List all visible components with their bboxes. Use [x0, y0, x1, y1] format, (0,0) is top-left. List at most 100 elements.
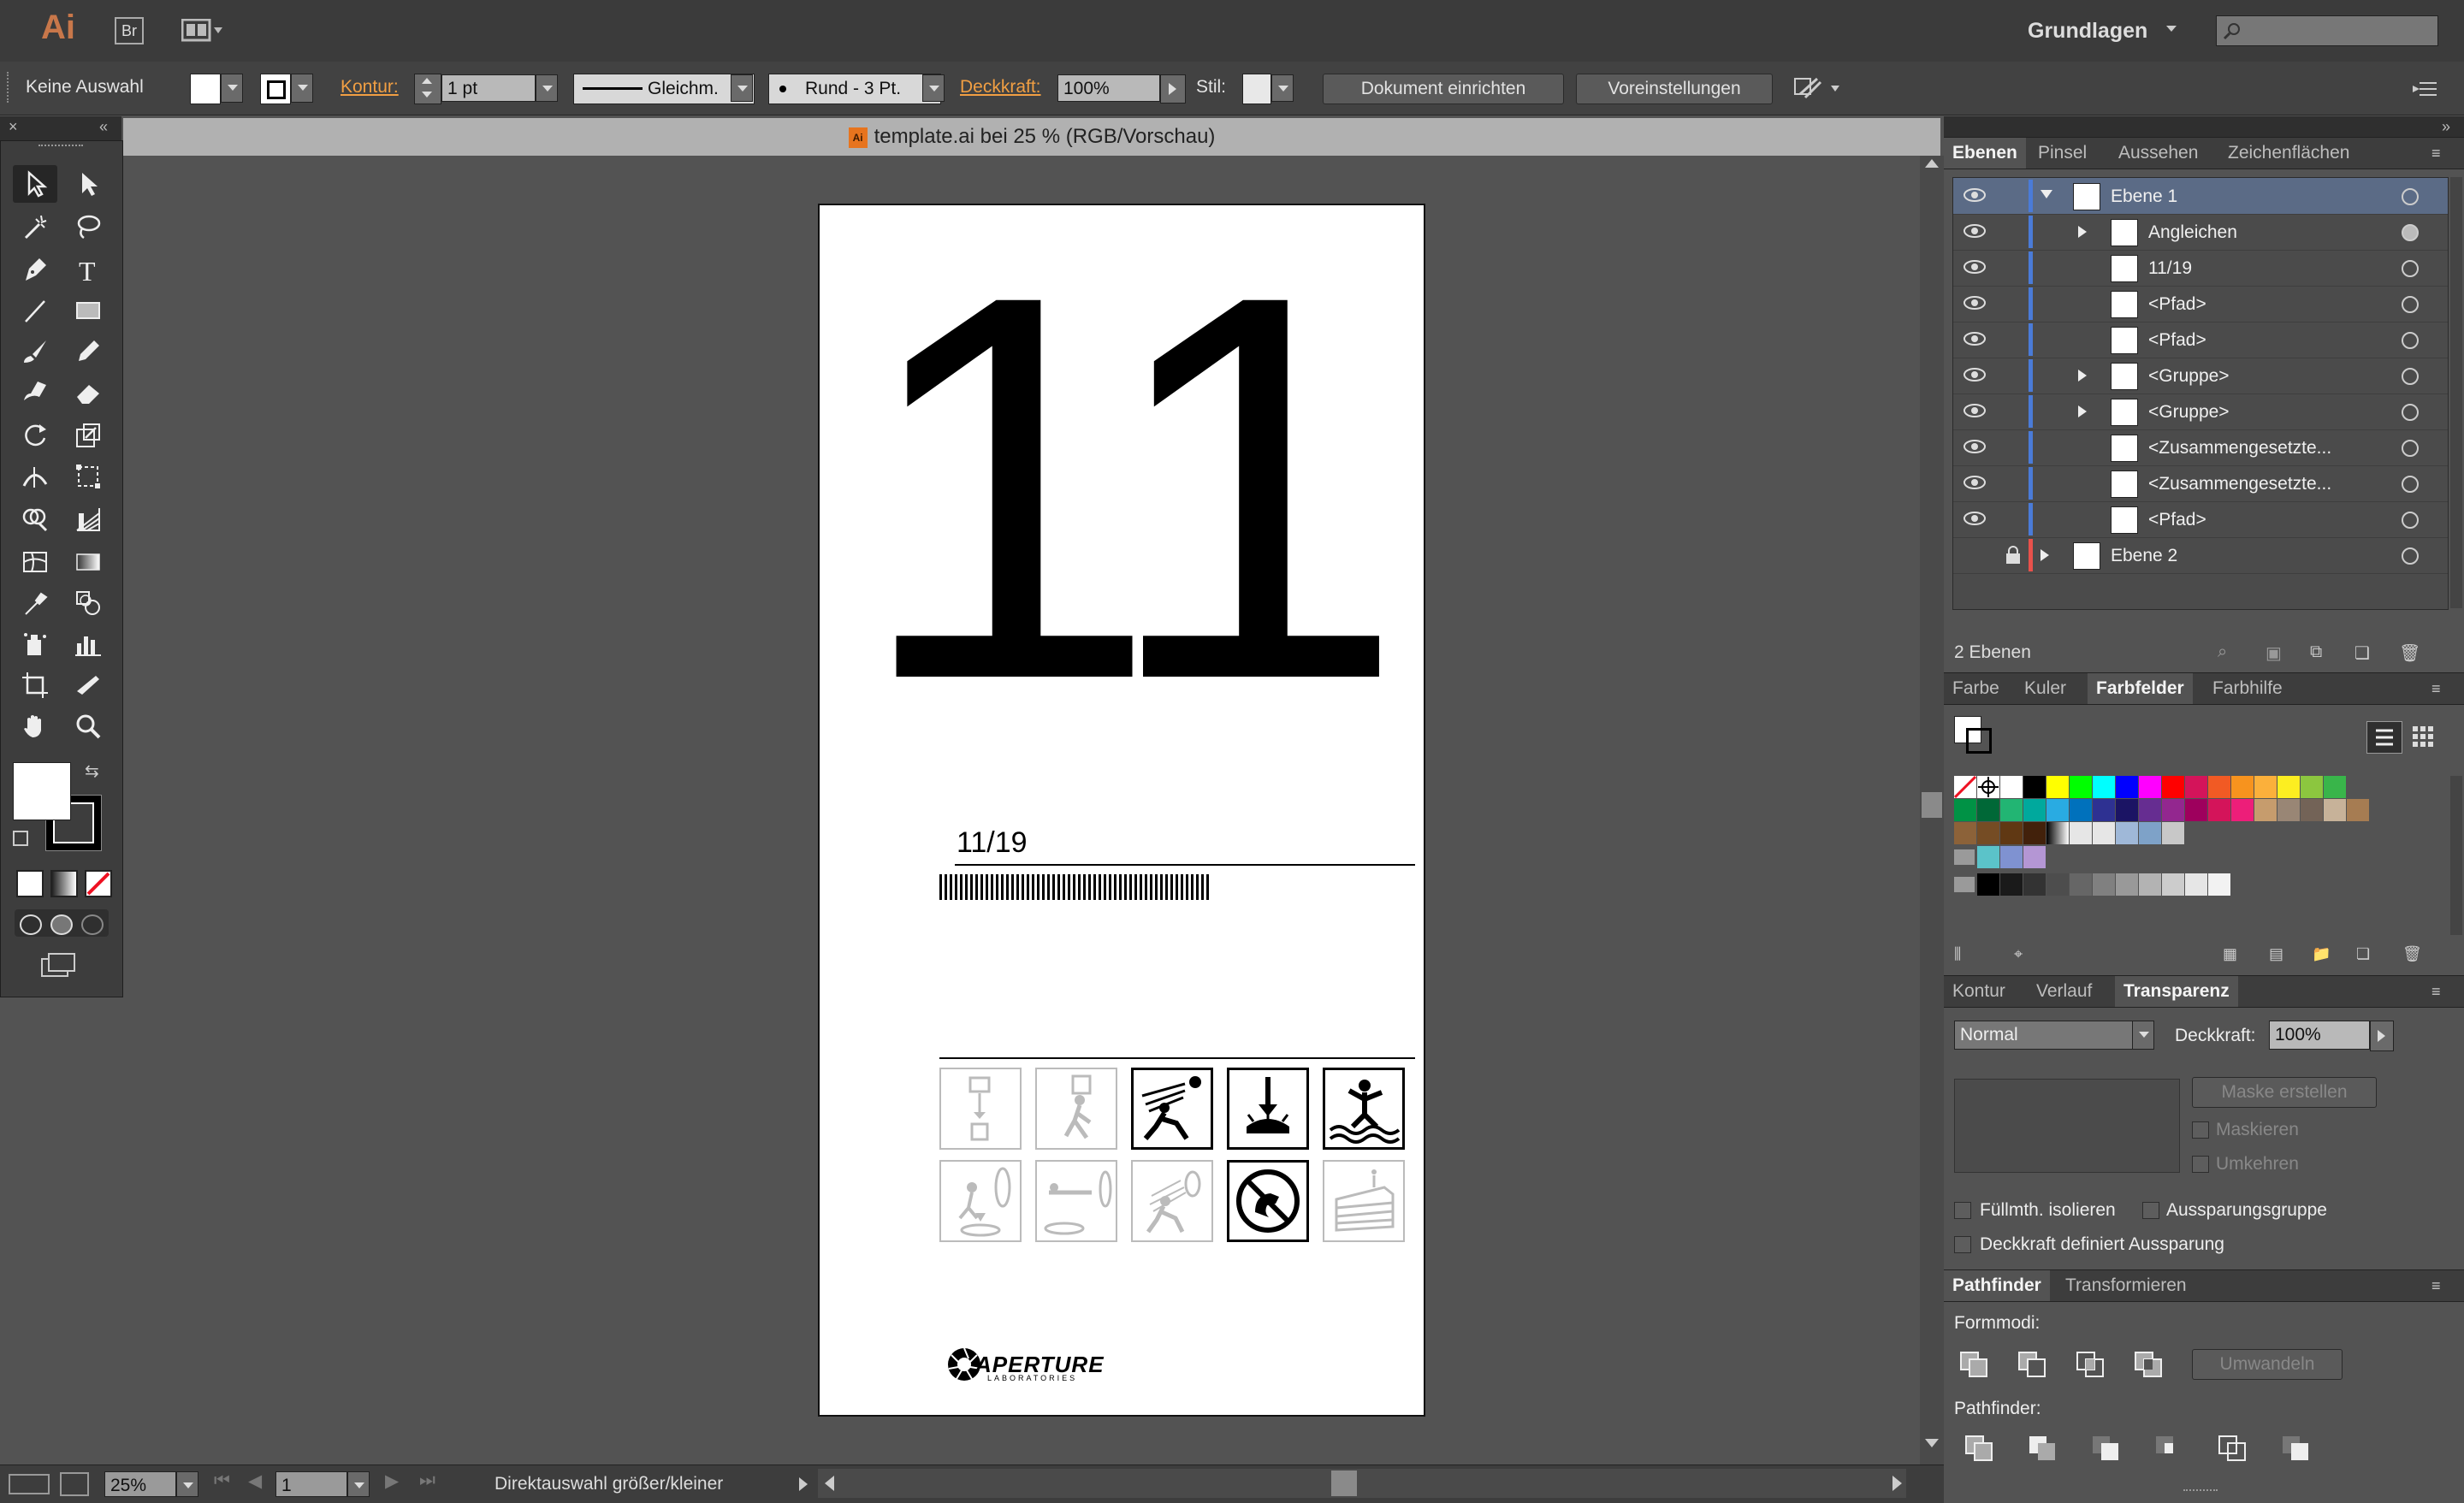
pencil-tool-icon[interactable] — [66, 333, 110, 370]
color-swatch[interactable] — [2185, 799, 2207, 821]
target-circle-icon[interactable] — [2402, 476, 2419, 493]
target-circle-icon[interactable] — [2402, 332, 2419, 349]
layer-row[interactable]: <Zusammengesetzte... — [1953, 465, 2448, 502]
folder-icon[interactable] — [1954, 849, 1975, 865]
color-swatch[interactable] — [2347, 799, 2369, 821]
color-swatch[interactable] — [2139, 873, 2161, 896]
color-swatch[interactable] — [2070, 873, 2092, 896]
visibility-eye-icon[interactable] — [1962, 330, 1987, 352]
color-swatch[interactable] — [2070, 776, 2092, 798]
tab-appearance[interactable]: Aussehen — [2110, 138, 2206, 169]
draw-behind-icon[interactable] — [50, 914, 73, 935]
color-swatch[interactable] — [2208, 873, 2230, 896]
visibility-eye-icon[interactable] — [1962, 438, 1987, 459]
swatch-options-icon[interactable]: ▦ — [2223, 945, 2237, 963]
eraser-tool-icon[interactable] — [66, 374, 110, 411]
stroke-weight-input[interactable]: 1 pt — [441, 74, 536, 102]
arrange-documents-icon[interactable] — [181, 18, 222, 43]
tool-panel-header[interactable]: × « — [0, 116, 121, 140]
width-tool-icon[interactable] — [13, 458, 57, 495]
color-swatch[interactable] — [2023, 873, 2046, 896]
expand-button[interactable]: Umwandeln — [2192, 1349, 2343, 1380]
panel-menu-icon[interactable]: ≡ — [2431, 145, 2441, 163]
color-swatch[interactable] — [2301, 799, 2323, 821]
gradient-swatch[interactable] — [2046, 822, 2069, 844]
make-mask-button[interactable]: Maske erstellen — [2192, 1077, 2377, 1108]
layer-row[interactable]: <Gruppe> — [1953, 358, 2448, 394]
intersect-icon[interactable] — [2076, 1351, 2106, 1382]
profile-dropdown[interactable] — [731, 74, 753, 102]
layer-name[interactable]: <Pfad> — [2148, 510, 2206, 530]
color-swatch[interactable] — [2277, 799, 2300, 821]
color-swatch[interactable] — [2023, 776, 2046, 798]
swatch-kind-icon[interactable]: ⌖ — [2014, 945, 2023, 963]
color-swatch[interactable] — [2162, 873, 2184, 896]
fill-color-front[interactable] — [13, 762, 71, 820]
document-setup-button[interactable]: Dokument einrichten — [1323, 74, 1564, 104]
crop-icon[interactable] — [2154, 1435, 2185, 1466]
color-swatch[interactable] — [2208, 799, 2230, 821]
color-swatch[interactable] — [2162, 799, 2184, 821]
layer-name[interactable]: Ebene 2 — [2111, 546, 2177, 566]
panel-menu-icon[interactable] — [2413, 80, 2438, 102]
delete-layer-icon[interactable]: 🗑 — [2399, 642, 2420, 664]
target-circle-icon[interactable] — [2402, 512, 2419, 529]
color-swatch[interactable] — [2162, 776, 2184, 798]
scale-tool-icon[interactable] — [66, 417, 110, 454]
stroke-stepper[interactable] — [414, 74, 441, 104]
color-swatch[interactable] — [2000, 799, 2023, 821]
layer-row[interactable]: Ebene 1 — [1953, 178, 2448, 215]
color-swatch[interactable] — [2046, 799, 2069, 821]
color-swatch[interactable] — [2185, 873, 2207, 896]
swap-colors-icon[interactable]: ⇆ — [85, 760, 99, 782]
lock-icon[interactable] — [2005, 546, 2022, 569]
search-input[interactable] — [2216, 15, 2438, 46]
target-circle-icon[interactable] — [2402, 368, 2419, 385]
registration-swatch-icon[interactable] — [1977, 776, 1999, 798]
outline-icon[interactable] — [2218, 1435, 2248, 1466]
tab-swatches[interactable]: Farbfelder — [2088, 673, 2193, 704]
color-swatch[interactable] — [2139, 776, 2161, 798]
layer-row[interactable]: <Pfad> — [1953, 501, 2448, 538]
stroke-dropdown[interactable] — [291, 74, 313, 103]
layer-row[interactable]: 11/19 — [1953, 250, 2448, 287]
type-tool-icon[interactable]: T — [66, 251, 110, 288]
layer-row[interactable]: Angleichen — [1953, 214, 2448, 251]
layer-name[interactable]: <Pfad> — [2148, 330, 2206, 351]
divide-icon[interactable] — [1964, 1435, 1995, 1466]
color-swatch[interactable] — [2070, 799, 2092, 821]
opacity-slider-toggle[interactable] — [1160, 74, 1186, 104]
draw-inside-icon[interactable] — [81, 914, 104, 935]
scroll-right-icon[interactable] — [1892, 1476, 1902, 1491]
target-circle-icon[interactable] — [2402, 547, 2419, 565]
invert-checkbox[interactable] — [2192, 1156, 2209, 1173]
new-layer-icon[interactable]: ❏ — [2354, 642, 2370, 664]
color-swatch[interactable] — [2000, 873, 2023, 896]
color-swatch[interactable] — [2185, 776, 2207, 798]
workspace-chevron-icon[interactable] — [2166, 26, 2177, 32]
status-menu-icon[interactable] — [799, 1477, 808, 1491]
color-swatch[interactable] — [2324, 799, 2346, 821]
visibility-eye-icon[interactable] — [1962, 294, 1987, 316]
panel-menu-icon[interactable]: ≡ — [2431, 680, 2441, 698]
color-swatch[interactable] — [2324, 776, 2346, 798]
share-icon[interactable] — [60, 1472, 89, 1496]
layer-row[interactable]: <Zusammengesetzte... — [1953, 429, 2448, 466]
color-swatch[interactable] — [2116, 873, 2138, 896]
scroll-down-icon[interactable] — [1925, 1439, 1939, 1447]
tab-color[interactable]: Farbe — [1944, 673, 2008, 704]
none-mode-icon[interactable] — [85, 870, 112, 897]
brush-dropdown[interactable] — [922, 74, 945, 102]
target-circle-icon[interactable] — [2402, 296, 2419, 313]
knockout-group-checkbox[interactable] — [2142, 1202, 2159, 1219]
close-icon[interactable]: × — [9, 118, 18, 136]
mesh-tool-icon[interactable] — [13, 543, 57, 581]
perspective-grid-tool-icon[interactable] — [66, 500, 110, 538]
folder-icon[interactable] — [1954, 877, 1975, 892]
last-artboard-icon[interactable]: ⏭ — [419, 1470, 435, 1491]
visibility-eye-icon[interactable] — [1962, 186, 1987, 208]
expand-right-icon[interactable] — [2040, 549, 2049, 561]
artboard-number-input[interactable]: 1 — [275, 1471, 347, 1497]
stroke-label[interactable]: Kontur: — [341, 77, 399, 98]
panel-menu-icon[interactable]: ≡ — [2431, 1277, 2441, 1295]
